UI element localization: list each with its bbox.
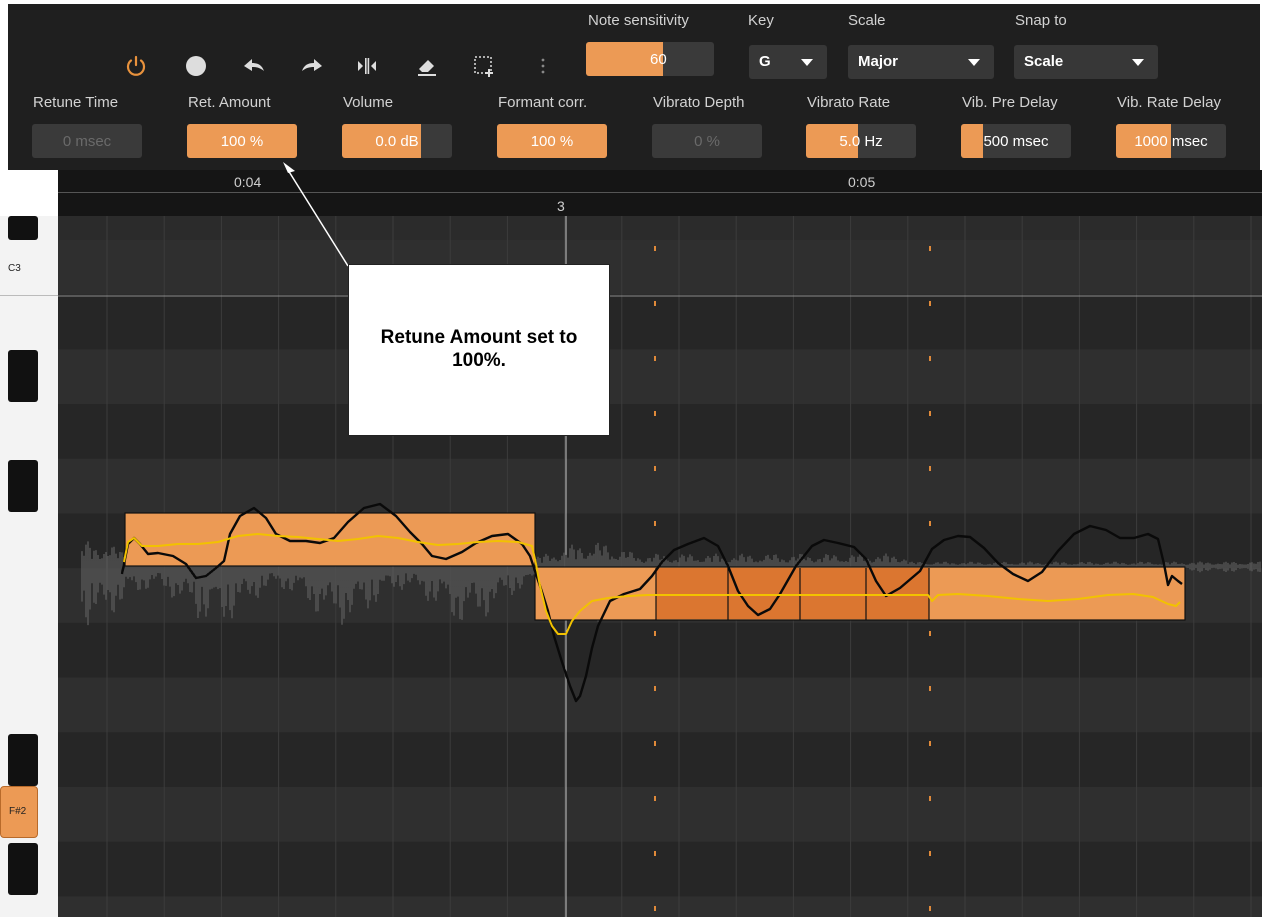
param-slider[interactable]: 100 %: [187, 124, 297, 158]
black-key[interactable]: [8, 734, 38, 786]
piano-keyboard[interactable]: C3 F#2: [0, 216, 59, 917]
param-label: Retune Time: [33, 94, 119, 111]
key-label-active: F#2: [9, 806, 27, 817]
param-slider[interactable]: 100 %: [497, 124, 607, 158]
scale-label: Scale: [848, 12, 886, 29]
select-icon[interactable]: [470, 52, 498, 80]
power-icon[interactable]: [122, 52, 150, 80]
pitch-canvas[interactable]: [58, 216, 1262, 917]
timeline-ruler[interactable]: 0:04 0:05 3: [58, 170, 1262, 216]
more-icon[interactable]: [529, 52, 557, 80]
split-icon[interactable]: [353, 52, 381, 80]
eraser-icon[interactable]: [413, 52, 441, 80]
param-slider[interactable]: 0 msec: [32, 124, 142, 158]
param-label: Formant corr.: [498, 94, 588, 111]
chevron-down-icon: [801, 59, 813, 66]
param-slider[interactable]: 1000 msec: [1116, 124, 1226, 158]
active-key-f-sharp-2[interactable]: F#2: [0, 786, 38, 838]
note-grid[interactable]: [58, 216, 1262, 917]
black-key[interactable]: [8, 460, 38, 512]
time-marker-2: 0:05: [848, 174, 876, 190]
callout-box: Retune Amount set to 100%.: [348, 264, 610, 436]
param-slider[interactable]: 0 %: [652, 124, 762, 158]
key-label: Key: [748, 12, 774, 29]
param-slider[interactable]: 0.0 dB: [342, 124, 452, 158]
key-divider: [0, 295, 58, 296]
chevron-down-icon: [968, 59, 980, 66]
callout-text: Retune Amount set to 100%.: [380, 327, 578, 371]
black-key[interactable]: [8, 350, 38, 402]
snap-dropdown[interactable]: Scale: [1014, 45, 1158, 79]
note-sensitivity-value: 60: [650, 50, 667, 68]
param-value: 0 msec: [62, 132, 112, 150]
black-key[interactable]: [8, 216, 38, 240]
param-value: 0.0 dB: [375, 132, 419, 150]
redo-icon[interactable]: [298, 52, 326, 80]
chevron-down-icon: [1132, 59, 1144, 66]
pitch-editor: Note sensitivity 60 Key G Scale Major Sn…: [0, 0, 1262, 917]
snap-value: Scale: [1024, 53, 1064, 70]
param-label: Vib. Rate Delay: [1117, 94, 1221, 111]
param-value: 500 msec: [983, 132, 1049, 150]
param-label: Volume: [343, 94, 394, 111]
param-label: Vibrato Rate: [807, 94, 891, 111]
param-label: Ret. Amount: [188, 94, 271, 111]
key-dropdown[interactable]: G: [749, 45, 827, 79]
note-sensitivity-slider[interactable]: 60: [586, 42, 714, 76]
snap-label: Snap to: [1015, 12, 1067, 29]
param-value: 0 %: [694, 132, 720, 150]
scale-value: Major: [858, 53, 899, 70]
record-icon[interactable]: [182, 52, 210, 80]
undo-icon[interactable]: [240, 52, 268, 80]
param-value: 100 %: [530, 132, 574, 150]
ruler-divider: [58, 192, 1262, 193]
param-value: 1000 msec: [1134, 132, 1208, 150]
param-slider[interactable]: 5.0 Hz: [806, 124, 916, 158]
toolbar: Note sensitivity 60 Key G Scale Major Sn…: [8, 4, 1260, 170]
scale-dropdown[interactable]: Major: [848, 45, 994, 79]
time-marker-1: 0:04: [234, 174, 262, 190]
param-value: 100 %: [220, 132, 264, 150]
key-label-c3: C3: [8, 263, 21, 274]
bar-marker: 3: [557, 198, 565, 214]
param-value: 5.0 Hz: [839, 132, 883, 150]
black-key[interactable]: [8, 843, 38, 895]
param-label: Vibrato Depth: [653, 94, 745, 111]
param-slider[interactable]: 500 msec: [961, 124, 1071, 158]
param-label: Vib. Pre Delay: [962, 94, 1058, 111]
note-sensitivity-label: Note sensitivity: [588, 12, 689, 29]
key-value: G: [759, 53, 771, 70]
